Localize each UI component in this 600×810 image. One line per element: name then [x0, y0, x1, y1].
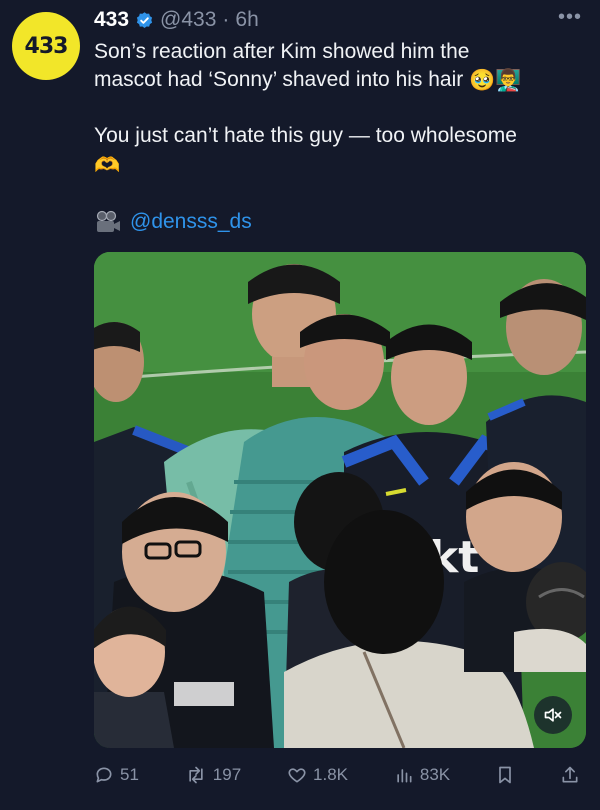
avatar[interactable]: 433 — [12, 12, 80, 80]
separator-dot: · — [222, 8, 230, 31]
more-options-icon[interactable]: ••• — [558, 6, 582, 29]
tweet-text-line: You just can’t hate this guy — too whole… — [94, 124, 517, 148]
repost-button[interactable]: 197 — [185, 765, 241, 785]
tweet-text-line: Son’s reaction after Kim showed him the — [94, 40, 470, 63]
emoji-group: 🥹👨‍🏫 — [469, 68, 522, 93]
repost-icon — [189, 766, 203, 784]
tweet-header: 433 @433 · 6h — [94, 6, 580, 34]
tweet-text-line: mascot had ‘Sonny’ shaved into his hair … — [94, 66, 584, 94]
timestamp[interactable]: 6h — [235, 8, 258, 32]
display-name[interactable]: 433 — [94, 8, 129, 32]
avatar-logo-text: 433 — [24, 33, 69, 59]
repost-count: 197 — [212, 765, 242, 784]
secondary-actions — [496, 765, 580, 785]
heart-icon — [288, 768, 306, 783]
verified-badge-icon — [136, 11, 153, 28]
reply-button[interactable]: 51 — [94, 765, 139, 785]
mute-toggle-button[interactable] — [534, 696, 572, 734]
like-button[interactable]: 1.8K — [287, 765, 348, 785]
reply-icon — [96, 767, 112, 783]
view-count: 83K — [419, 765, 451, 784]
credit-handle-link[interactable]: @densss_ds — [130, 210, 252, 234]
reply-count: 51 — [120, 765, 139, 784]
video-frame-illustration: kt — [94, 252, 586, 748]
video-player[interactable]: kt — [94, 252, 586, 748]
views-button[interactable]: 83K — [394, 765, 450, 785]
like-count: 1.8K — [313, 765, 348, 784]
tweet[interactable]: 433 433 @433 · 6h ••• Son’s reaction aft… — [0, 0, 600, 810]
speaker-muted-icon — [544, 708, 562, 722]
share-icon[interactable] — [560, 765, 580, 785]
heart-hands-emoji: 🫶 — [94, 152, 121, 177]
tweet-actions-bar: 51 197 1.8K 83K — [94, 760, 580, 790]
tweet-text-segment: mascot had ‘Sonny’ shaved into his hair — [94, 68, 464, 91]
video-credit: @densss_ds — [94, 210, 252, 234]
video-camera-icon — [96, 210, 120, 232]
bookmark-icon[interactable] — [496, 765, 514, 785]
views-chart-icon — [397, 769, 412, 783]
tweet-text: Son’s reaction after Kim showed him the … — [94, 38, 584, 179]
user-handle[interactable]: @433 — [160, 8, 216, 32]
